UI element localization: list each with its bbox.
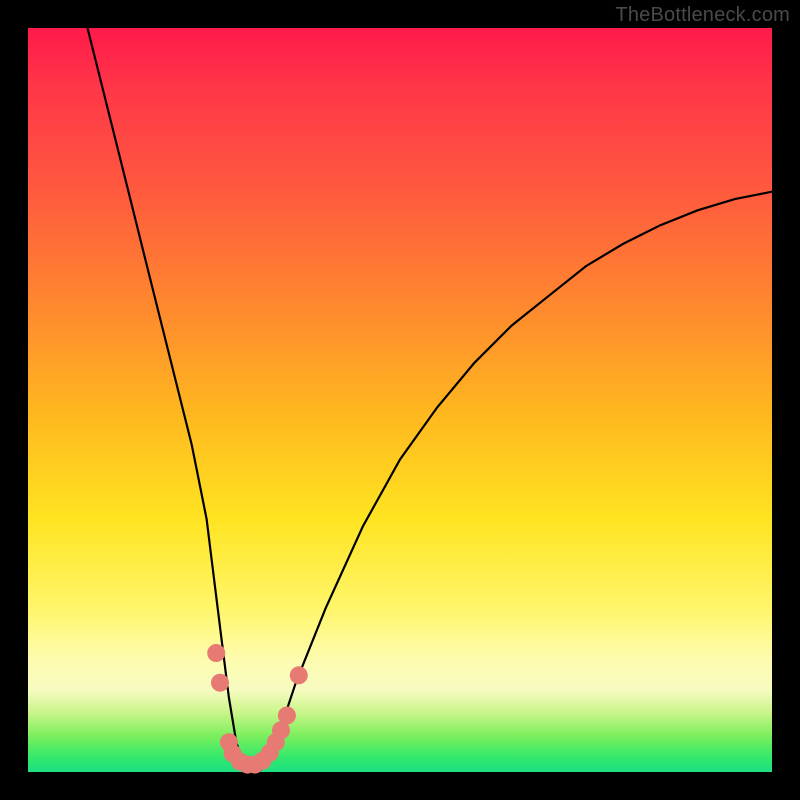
- bottleneck-curve: [88, 28, 773, 772]
- highlight-dot: [211, 674, 229, 692]
- highlight-dots: [207, 644, 308, 774]
- chart-frame: TheBottleneck.com: [0, 0, 800, 800]
- highlight-dot: [207, 644, 225, 662]
- chart-plot-area: [28, 28, 772, 772]
- highlight-dot: [278, 707, 296, 725]
- highlight-dot: [290, 666, 308, 684]
- watermark-text: TheBottleneck.com: [615, 4, 790, 27]
- chart-svg: [28, 28, 772, 772]
